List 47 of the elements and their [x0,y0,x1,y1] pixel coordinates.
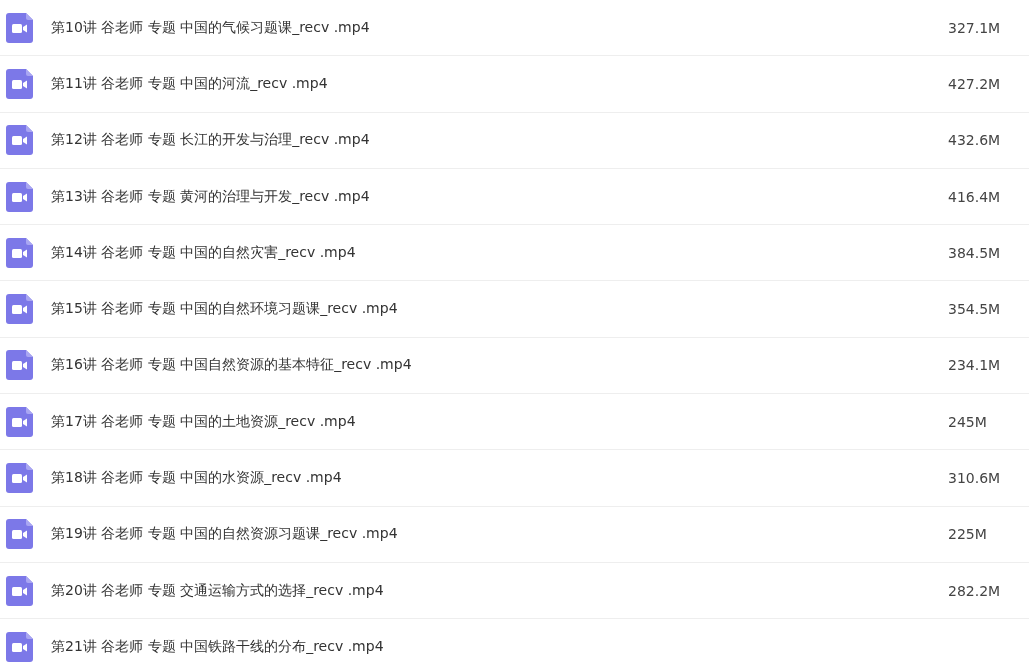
file-name: 第19讲 谷老师 专题 中国的自然资源习题课_recv .mp4 [51,525,399,544]
video-file-icon [6,294,33,325]
file-row[interactable]: 第18讲 谷老师 专题 中国的水资源_recv .mp4 310.6M [0,450,1029,507]
video-file-icon [6,463,33,493]
file-row[interactable]: 第12讲 谷老师 专题 长江的开发与治理_recv .mp4 432.6M [0,112,1029,169]
file-row[interactable]: 第14讲 谷老师 专题 中国的自然灾害_recv .mp4 384.5M [0,225,1029,282]
video-file-icon [6,519,33,550]
file-name: 第12讲 谷老师 专题 长江的开发与治理_recv .mp4 [51,131,371,150]
file-name: 第10讲 谷老师 专题 中国的气候习题课_recv .mp4 [51,18,371,37]
file-row[interactable]: 第19讲 谷老师 专题 中国的自然资源习题课_recv .mp4 225M [0,506,1029,563]
file-name: 第17讲 谷老师 专题 中国的土地资源_recv .mp4 [51,412,357,431]
file-row[interactable]: 第11讲 谷老师 专题 中国的河流_recv .mp4 427.2M [0,56,1029,113]
file-row[interactable]: 第21讲 谷老师 专题 中国铁路干线的分布_recv .mp4 [0,619,1029,668]
file-row[interactable]: 第17讲 谷老师 专题 中国的土地资源_recv .mp4 245M [0,394,1029,451]
file-size: 432.6M [948,132,1002,149]
file-name: 第18讲 谷老师 专题 中国的水资源_recv .mp4 [51,469,343,487]
file-name: 第21讲 谷老师 专题 中国铁路干线的分布_recv .mp4 [51,637,385,656]
file-size: 282.2M [948,582,1002,599]
file-size: 427.2M [948,75,1002,92]
file-size: 327.1M [948,19,1002,36]
video-file-icon [6,12,33,43]
file-size: 384.5M [948,244,1002,261]
video-file-icon [6,237,33,268]
video-file-icon [6,406,33,437]
video-file-icon [6,575,33,606]
file-name: 第11讲 谷老师 专题 中国的河流_recv .mp4 [51,74,329,93]
file-size: 245M [948,413,988,430]
file-row[interactable]: 第16讲 谷老师 专题 中国自然资源的基本特征_recv .mp4 234.1M [0,337,1029,395]
file-name: 第20讲 谷老师 专题 交通运输方式的选择_recv .mp4 [51,581,385,600]
file-size: 225M [948,526,988,543]
file-size: 234.1M [948,357,1002,374]
video-file-icon [6,350,33,381]
video-file-icon [6,125,33,156]
file-row[interactable]: 第15讲 谷老师 专题 中国的自然环境习题课_recv .mp4 354.5M [0,281,1029,338]
video-file-icon [6,631,33,662]
video-file-icon [6,68,33,99]
file-name: 第14讲 谷老师 专题 中国的自然灾害_recv .mp4 [51,243,357,262]
file-name: 第13讲 谷老师 专题 黄河的治理与开发_recv .mp4 [51,187,371,206]
file-name: 第15讲 谷老师 专题 中国的自然环境习题课_recv .mp4 [51,300,399,319]
video-file-icon [6,181,33,212]
file-row[interactable]: 第10讲 谷老师 专题 中国的气候习题课_recv .mp4 327.1M [0,0,1029,57]
file-size: 416.4M [948,188,1002,205]
file-size: 354.5M [948,301,1002,318]
file-name: 第16讲 谷老师 专题 中国自然资源的基本特征_recv .mp4 [51,356,413,375]
file-row[interactable]: 第20讲 谷老师 专题 交通运输方式的选择_recv .mp4 282.2M [0,562,1029,620]
file-size: 310.6M [948,470,1002,486]
file-row[interactable]: 第13讲 谷老师 专题 黄河的治理与开发_recv .mp4 416.4M [0,168,1029,226]
